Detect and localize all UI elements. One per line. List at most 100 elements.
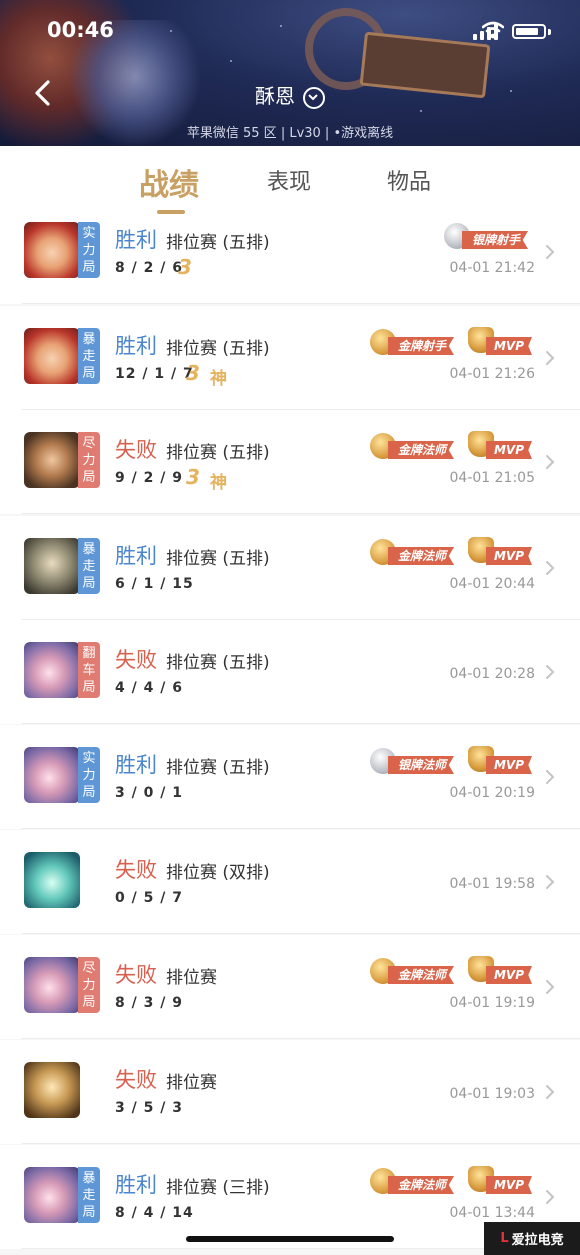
match-time: 04-01 21:42 (449, 260, 535, 276)
performance-tag: 实力局 (78, 222, 100, 278)
godlike-badge: 神 (210, 473, 227, 493)
performance-tag: 暴走局 (78, 1167, 100, 1223)
chevron-right-icon (546, 980, 555, 994)
match-mode: 排位赛 (五排) (166, 758, 270, 778)
match-time: 04-01 19:03 (449, 1086, 535, 1102)
match-mode: 排位赛 (五排) (166, 549, 270, 569)
match-time: 04-01 20:19 (449, 785, 535, 801)
kda: 8 / 4 / 14 (115, 1205, 194, 1221)
performance-tag: 实力局 (78, 747, 100, 803)
kda: 8 / 3 / 9 (115, 995, 183, 1011)
match-row[interactable]: 失败 排位赛 (双排) 0 / 5 / 7 04-01 19:58 (0, 830, 580, 934)
profile-header: 00:46 酥恩 苹果微信 55 区 | Lv30 | •游戏离线 (0, 0, 580, 146)
mvp-badge: MVP (468, 1166, 534, 1198)
mvp-badge: MVP (468, 746, 534, 778)
performance-tag: 翻车局 (78, 642, 100, 698)
match-row[interactable]: 失败 排位赛 3 / 5 / 3 04-01 19:03 (0, 1040, 580, 1144)
chevron-right-icon (546, 561, 555, 575)
match-result: 失败 (115, 648, 157, 672)
performance-tag: 暴走局 (78, 538, 100, 594)
hero-avatar (24, 432, 80, 488)
hero-avatar (24, 538, 80, 594)
match-row[interactable]: 翻车局失败 排位赛 (五排) 4 / 4 / 6 04-01 20:28 (0, 620, 580, 724)
player-sub-info: 苹果微信 55 区 | Lv30 | •游戏离线 (186, 126, 394, 141)
match-result: 胜利 (115, 753, 157, 777)
mvp-badge: MVP (468, 537, 534, 569)
match-row[interactable]: 暴走局胜利 排位赛 (五排) 6 / 1 / 15 金牌法师 MVP 04-01 20:4… (0, 516, 580, 620)
kda: 12 / 1 / 7 (115, 366, 194, 382)
match-result: 失败 (115, 858, 157, 882)
chevron-right-icon (546, 351, 555, 365)
match-mode: 排位赛 (五排) (166, 233, 270, 253)
tab-record[interactable]: 战绩 (139, 160, 199, 204)
match-result: 胜利 (115, 1173, 157, 1197)
hero-avatar (24, 1167, 80, 1223)
mvp-badge: MVP (468, 431, 534, 463)
player-name: 酥恩 (255, 84, 295, 108)
kda: 9 / 2 / 9 (115, 470, 183, 486)
match-time: 04-01 20:44 (449, 576, 535, 592)
wifi-icon (482, 21, 504, 39)
match-time: 04-01 21:26 (449, 366, 535, 382)
chevron-down-icon (303, 86, 325, 109)
multikill-badge: 3 (178, 255, 192, 279)
mvp-badge: MVP (468, 956, 534, 988)
multikill-badge: 3 (186, 361, 200, 385)
watermark-logo: L 爱拉电竞 (484, 1222, 580, 1255)
hero-avatar (24, 222, 80, 278)
chevron-right-icon (546, 665, 555, 679)
match-result: 胜利 (115, 228, 157, 252)
tab-items[interactable]: 物品 (387, 164, 431, 196)
match-result: 胜利 (115, 544, 157, 568)
match-result: 胜利 (115, 334, 157, 358)
match-time: 04-01 20:28 (449, 666, 535, 682)
hero-avatar (24, 747, 80, 803)
chevron-right-icon (546, 1190, 555, 1204)
match-mode: 排位赛 (五排) (166, 653, 270, 673)
match-mode: 排位赛 (三排) (166, 1178, 270, 1198)
kda: 6 / 1 / 15 (115, 576, 194, 592)
match-mode: 排位赛 (五排) (166, 443, 270, 463)
match-time: 04-01 13:44 (449, 1205, 535, 1221)
match-mode: 排位赛 (五排) (166, 339, 270, 359)
performance-tag: 尽力局 (78, 957, 100, 1013)
godlike-badge: 神 (210, 369, 227, 389)
kda: 4 / 4 / 6 (115, 680, 183, 696)
tab-performance[interactable]: 表现 (267, 164, 311, 196)
hero-avatar (24, 1062, 80, 1118)
match-row[interactable]: 实力局胜利 排位赛 (五排) 3 / 0 / 1 银牌法师 MVP 04-01 20:19 (0, 725, 580, 829)
chevron-right-icon (546, 875, 555, 889)
chevron-right-icon (546, 245, 555, 259)
performance-tag: 尽力局 (78, 432, 100, 488)
hero-avatar (24, 642, 80, 698)
match-time: 04-01 19:58 (449, 876, 535, 892)
match-result: 失败 (115, 438, 157, 462)
player-name-selector[interactable]: 酥恩 (0, 80, 580, 109)
match-list: 实力局胜利 排位赛 (五排) 8 / 2 / 6 3 银牌射手 04-01 21:42 暴走… (0, 214, 580, 1255)
match-mode: 排位赛 (双排) (166, 863, 270, 883)
chevron-right-icon (546, 455, 555, 469)
match-time: 04-01 19:19 (449, 995, 535, 1011)
chevron-right-icon (546, 770, 555, 784)
match-row[interactable]: 尽力局失败 排位赛 8 / 3 / 9 金牌法师 MVP 04-01 19:19 (0, 935, 580, 1039)
match-mode: 排位赛 (166, 1073, 217, 1093)
match-result: 失败 (115, 963, 157, 987)
kda: 0 / 5 / 7 (115, 890, 183, 906)
match-row[interactable]: 尽力局失败 排位赛 (五排) 9 / 2 / 9 3 神金牌法师 MVP 04-01 21:… (0, 410, 580, 514)
hero-avatar (24, 852, 80, 908)
chevron-right-icon (546, 1085, 555, 1099)
performance-tag: 暴走局 (78, 328, 100, 384)
home-indicator (186, 1236, 394, 1242)
match-time: 04-01 21:05 (449, 470, 535, 486)
mvp-badge: MVP (468, 327, 534, 359)
match-row[interactable]: 暴走局胜利 排位赛 (五排) 12 / 1 / 7 3 神金牌射手 MVP 04-01 21… (0, 306, 580, 410)
status-time: 00:46 (47, 18, 114, 42)
hero-avatar (24, 957, 80, 1013)
multikill-badge: 3 (186, 465, 200, 489)
match-row[interactable]: 实力局胜利 排位赛 (五排) 8 / 2 / 6 3 银牌射手 04-01 21:42 (0, 214, 580, 304)
tab-bar: 战绩 表现 物品 (0, 146, 580, 215)
battery-icon (512, 24, 546, 39)
kda: 3 / 0 / 1 (115, 785, 183, 801)
kda: 8 / 2 / 6 (115, 260, 183, 276)
hero-avatar (24, 328, 80, 384)
